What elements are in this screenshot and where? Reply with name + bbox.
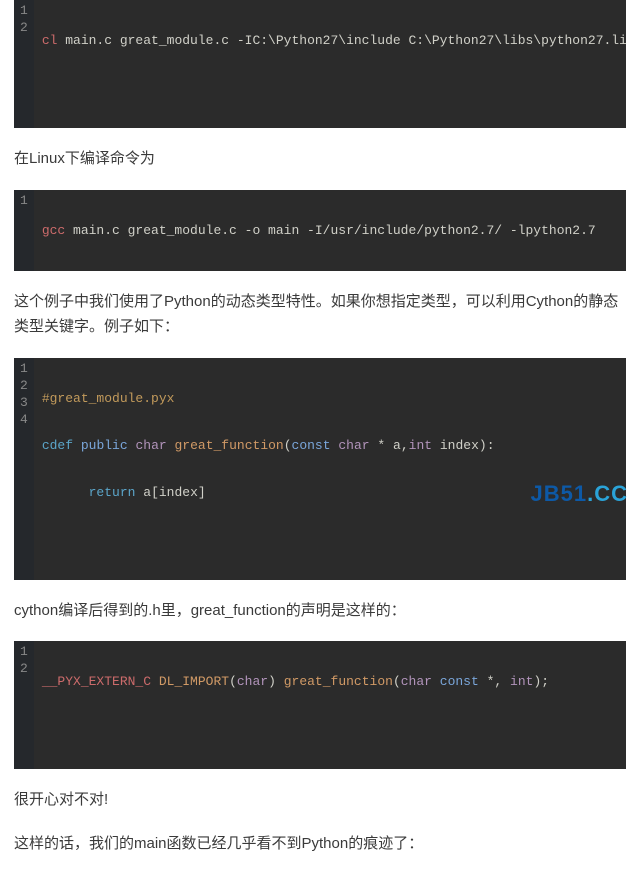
token-type: char <box>338 438 369 453</box>
paragraph: 这样的话，我们的main函数已经几乎看不到Python的痕迹了： <box>14 831 626 857</box>
line-number: 3 <box>20 394 28 411</box>
token-var: a <box>143 485 151 500</box>
line-number: 1 <box>20 643 28 660</box>
code-block-pyx: 1 2 3 4 #great_module.pyx cdef public ch… <box>14 358 626 580</box>
token-macro: __PYX_EXTERN_C <box>42 674 151 689</box>
gutter: 1 <box>14 190 34 271</box>
token-type: char <box>401 674 432 689</box>
watermark: JB51.CC <box>531 481 628 507</box>
token-arg: index <box>440 438 479 453</box>
token-comment: #great_module.pyx <box>42 391 175 406</box>
watermark-part-a: JB51 <box>531 481 588 506</box>
line-number: 1 <box>20 192 28 209</box>
token-type: char <box>237 674 268 689</box>
token-command: gcc <box>42 223 65 238</box>
token-type: int <box>409 438 432 453</box>
token-keyword: public <box>81 438 128 453</box>
code-block-h: 1 2 __PYX_EXTERN_C DL_IMPORT(char) great… <box>14 641 626 769</box>
token-keyword: const <box>292 438 331 453</box>
watermark-part-b: .CC <box>587 481 628 506</box>
token-type: int <box>510 674 533 689</box>
token-keyword: return <box>89 485 136 500</box>
code-content: __PYX_EXTERN_C DL_IMPORT(char) great_fun… <box>34 641 626 769</box>
line-number: 2 <box>20 377 28 394</box>
gutter: 1 2 3 4 <box>14 358 34 580</box>
token-var: index <box>159 485 198 500</box>
line-number: 1 <box>20 2 28 19</box>
token-macro: DL_IMPORT <box>159 674 229 689</box>
code-content: #great_module.pyx cdef public char great… <box>34 358 626 580</box>
token-keyword: cdef <box>42 438 73 453</box>
token-function: great_function <box>175 438 284 453</box>
token-keyword: const <box>440 674 479 689</box>
line-number: 2 <box>20 660 28 677</box>
paragraph: 这个例子中我们使用了Python的动态类型特性。如果你想指定类型，可以利用Cyt… <box>14 289 626 340</box>
token-type: char <box>135 438 166 453</box>
line-number: 2 <box>20 19 28 36</box>
token-command: cl <box>42 33 58 48</box>
token-function: great_function <box>284 674 393 689</box>
token-args: main.c great_module.c -o main -I/usr/inc… <box>65 223 596 238</box>
code-block-gcc: 1 gcc main.c great_module.c -o main -I/u… <box>14 190 626 271</box>
token-arg: a <box>393 438 401 453</box>
paragraph: 在Linux下编译命令为 <box>14 146 626 172</box>
line-number: 4 <box>20 411 28 428</box>
paragraph: 很开心对不对! <box>14 787 626 813</box>
code-block-cl: 1 2 cl main.c great_module.c -IC:\Python… <box>14 0 626 128</box>
code-content: cl main.c great_module.c -IC:\Python27\i… <box>34 0 626 128</box>
gutter: 1 2 <box>14 641 34 769</box>
gutter: 1 2 <box>14 0 34 128</box>
code-content: gcc main.c great_module.c -o main -I/usr… <box>34 190 626 271</box>
line-number: 1 <box>20 360 28 377</box>
paragraph: cython编译后得到的.h里，great_function的声明是这样的： <box>14 598 626 624</box>
token-args: main.c great_module.c -IC:\Python27\incl… <box>57 33 626 48</box>
